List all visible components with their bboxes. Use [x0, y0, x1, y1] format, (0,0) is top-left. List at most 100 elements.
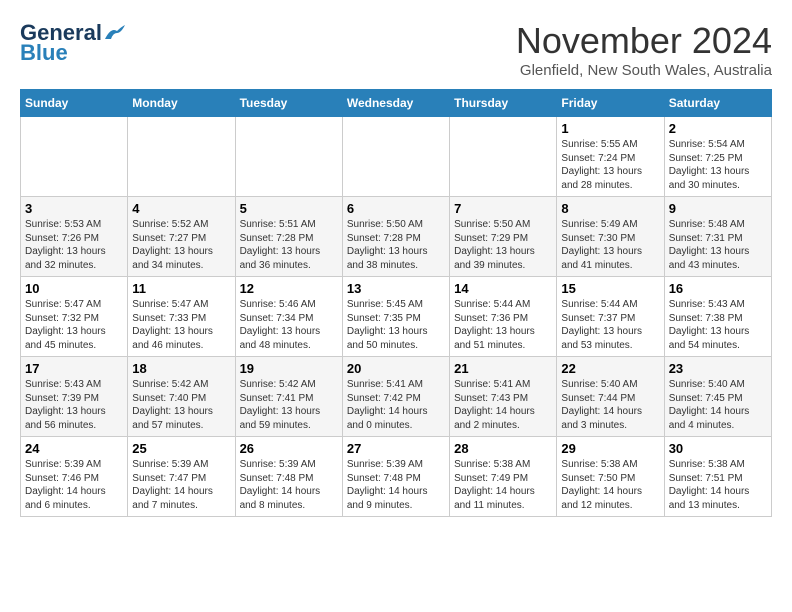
calendar-cell: 1 Sunrise: 5:55 AMSunset: 7:24 PMDaylight…	[557, 117, 664, 197]
day-info: Sunrise: 5:45 AMSunset: 7:35 PMDaylight:…	[347, 298, 445, 352]
weekday-header-monday: Monday	[128, 90, 235, 117]
day-info: Sunrise: 5:50 AMSunset: 7:28 PMDaylight:…	[347, 218, 445, 272]
day-info: Sunrise: 5:49 AMSunset: 7:30 PMDaylight:…	[561, 218, 659, 272]
day-info: Sunrise: 5:47 AMSunset: 7:33 PMDaylight:…	[132, 298, 230, 352]
calendar-cell: 6Sunrise: 5:50 AMSunset: 7:28 PMDaylight…	[342, 197, 449, 277]
day-number: 28	[454, 441, 552, 456]
title-section: November 2024 Glenfield, New South Wales…	[516, 20, 772, 79]
day-number: 13	[347, 281, 445, 296]
day-info: Sunrise: 5:43 AMSunset: 7:39 PMDaylight:…	[25, 378, 123, 432]
day-number: 26	[240, 441, 338, 456]
week-row-1: 1 Sunrise: 5:55 AMSunset: 7:24 PMDaylight…	[21, 117, 772, 197]
calendar-cell: 27 Sunrise: 5:39 AMSunset: 7:48 PMDayligh…	[342, 437, 449, 517]
day-info: Sunrise: 5:39 AMSunset: 7:47 PMDaylight:…	[132, 458, 230, 512]
calendar-cell: 8 Sunrise: 5:49 AMSunset: 7:30 PMDaylight…	[557, 197, 664, 277]
day-info: Sunrise: 5:53 AMSunset: 7:26 PMDaylight:…	[25, 218, 123, 272]
day-number: 15	[561, 281, 659, 296]
day-number: 9	[669, 201, 767, 216]
day-info: Sunrise: 5:44 AMSunset: 7:36 PMDaylight:…	[454, 298, 552, 352]
day-number: 30	[669, 441, 767, 456]
calendar-cell: 25 Sunrise: 5:39 AMSunset: 7:47 PMDayligh…	[128, 437, 235, 517]
calendar-cell	[342, 117, 449, 197]
day-info: Sunrise: 5:52 AMSunset: 7:27 PMDaylight:…	[132, 218, 230, 272]
day-info: Sunrise: 5:40 AMSunset: 7:44 PMDaylight:…	[561, 378, 659, 432]
day-number: 3	[25, 201, 123, 216]
day-info: Sunrise: 5:38 AMSunset: 7:51 PMDaylight:…	[669, 458, 767, 512]
day-info: Sunrise: 5:44 AMSunset: 7:37 PMDaylight:…	[561, 298, 659, 352]
calendar-cell: 23 Sunrise: 5:40 AMSunset: 7:45 PMDayligh…	[664, 357, 771, 437]
location: Glenfield, New South Wales, Australia	[516, 62, 772, 79]
day-number: 12	[240, 281, 338, 296]
day-info: Sunrise: 5:46 AMSunset: 7:34 PMDaylight:…	[240, 298, 338, 352]
day-number: 18	[132, 361, 230, 376]
day-info: Sunrise: 5:39 AMSunset: 7:46 PMDaylight:…	[25, 458, 123, 512]
day-info: Sunrise: 5:51 AMSunset: 7:28 PMDaylight:…	[240, 218, 338, 272]
day-number: 27	[347, 441, 445, 456]
day-number: 14	[454, 281, 552, 296]
day-info: Sunrise: 5:55 AMSunset: 7:24 PMDaylight:…	[561, 138, 659, 192]
day-number: 8	[561, 201, 659, 216]
weekday-header-friday: Friday	[557, 90, 664, 117]
week-row-4: 17Sunrise: 5:43 AMSunset: 7:39 PMDayligh…	[21, 357, 772, 437]
weekday-header-sunday: Sunday	[21, 90, 128, 117]
calendar-cell: 28 Sunrise: 5:38 AMSunset: 7:49 PMDayligh…	[450, 437, 557, 517]
day-info: Sunrise: 5:43 AMSunset: 7:38 PMDaylight:…	[669, 298, 767, 352]
weekday-header-tuesday: Tuesday	[235, 90, 342, 117]
calendar-cell: 7 Sunrise: 5:50 AMSunset: 7:29 PMDaylight…	[450, 197, 557, 277]
calendar-cell	[235, 117, 342, 197]
day-number: 2	[669, 121, 767, 136]
day-info: Sunrise: 5:41 AMSunset: 7:42 PMDaylight:…	[347, 378, 445, 432]
day-number: 5	[240, 201, 338, 216]
weekday-header-saturday: Saturday	[664, 90, 771, 117]
day-info: Sunrise: 5:38 AMSunset: 7:49 PMDaylight:…	[454, 458, 552, 512]
day-number: 11	[132, 281, 230, 296]
logo-bird-icon	[103, 25, 125, 41]
day-number: 21	[454, 361, 552, 376]
day-number: 19	[240, 361, 338, 376]
day-number: 29	[561, 441, 659, 456]
calendar-cell: 24 Sunrise: 5:39 AMSunset: 7:46 PMDayligh…	[21, 437, 128, 517]
calendar-cell: 10 Sunrise: 5:47 AMSunset: 7:32 PMDayligh…	[21, 277, 128, 357]
calendar-cell: 29Sunrise: 5:38 AMSunset: 7:50 PMDayligh…	[557, 437, 664, 517]
day-number: 4	[132, 201, 230, 216]
calendar-cell	[21, 117, 128, 197]
calendar-cell: 11 Sunrise: 5:47 AMSunset: 7:33 PMDayligh…	[128, 277, 235, 357]
weekday-header-row: SundayMondayTuesdayWednesdayThursdayFrid…	[21, 90, 772, 117]
day-info: Sunrise: 5:39 AMSunset: 7:48 PMDaylight:…	[347, 458, 445, 512]
day-info: Sunrise: 5:47 AMSunset: 7:32 PMDaylight:…	[25, 298, 123, 352]
week-row-3: 10 Sunrise: 5:47 AMSunset: 7:32 PMDayligh…	[21, 277, 772, 357]
weekday-header-thursday: Thursday	[450, 90, 557, 117]
calendar-cell: 12 Sunrise: 5:46 AMSunset: 7:34 PMDayligh…	[235, 277, 342, 357]
day-number: 16	[669, 281, 767, 296]
calendar-cell: 3 Sunrise: 5:53 AMSunset: 7:26 PMDaylight…	[21, 197, 128, 277]
day-info: Sunrise: 5:39 AMSunset: 7:48 PMDaylight:…	[240, 458, 338, 512]
day-number: 24	[25, 441, 123, 456]
calendar: SundayMondayTuesdayWednesdayThursdayFrid…	[20, 89, 772, 517]
calendar-cell: 15 Sunrise: 5:44 AMSunset: 7:37 PMDayligh…	[557, 277, 664, 357]
day-info: Sunrise: 5:54 AMSunset: 7:25 PMDaylight:…	[669, 138, 767, 192]
calendar-cell: 22 Sunrise: 5:40 AMSunset: 7:44 PMDayligh…	[557, 357, 664, 437]
calendar-cell: 30 Sunrise: 5:38 AMSunset: 7:51 PMDayligh…	[664, 437, 771, 517]
day-info: Sunrise: 5:42 AMSunset: 7:41 PMDaylight:…	[240, 378, 338, 432]
day-number: 1	[561, 121, 659, 136]
calendar-cell: 20 Sunrise: 5:41 AMSunset: 7:42 PMDayligh…	[342, 357, 449, 437]
week-row-2: 3 Sunrise: 5:53 AMSunset: 7:26 PMDaylight…	[21, 197, 772, 277]
day-info: Sunrise: 5:50 AMSunset: 7:29 PMDaylight:…	[454, 218, 552, 272]
calendar-cell: 9 Sunrise: 5:48 AMSunset: 7:31 PMDaylight…	[664, 197, 771, 277]
day-number: 23	[669, 361, 767, 376]
day-info: Sunrise: 5:48 AMSunset: 7:31 PMDaylight:…	[669, 218, 767, 272]
calendar-cell: 14 Sunrise: 5:44 AMSunset: 7:36 PMDayligh…	[450, 277, 557, 357]
weekday-header-wednesday: Wednesday	[342, 90, 449, 117]
day-number: 20	[347, 361, 445, 376]
day-number: 25	[132, 441, 230, 456]
month-title: November 2024	[516, 20, 772, 62]
calendar-cell: 26 Sunrise: 5:39 AMSunset: 7:48 PMDayligh…	[235, 437, 342, 517]
calendar-cell: 19 Sunrise: 5:42 AMSunset: 7:41 PMDayligh…	[235, 357, 342, 437]
calendar-cell: 18 Sunrise: 5:42 AMSunset: 7:40 PMDayligh…	[128, 357, 235, 437]
day-number: 7	[454, 201, 552, 216]
day-number: 22	[561, 361, 659, 376]
day-info: Sunrise: 5:40 AMSunset: 7:45 PMDaylight:…	[669, 378, 767, 432]
calendar-cell: 21Sunrise: 5:41 AMSunset: 7:43 PMDayligh…	[450, 357, 557, 437]
day-info: Sunrise: 5:42 AMSunset: 7:40 PMDaylight:…	[132, 378, 230, 432]
day-number: 10	[25, 281, 123, 296]
